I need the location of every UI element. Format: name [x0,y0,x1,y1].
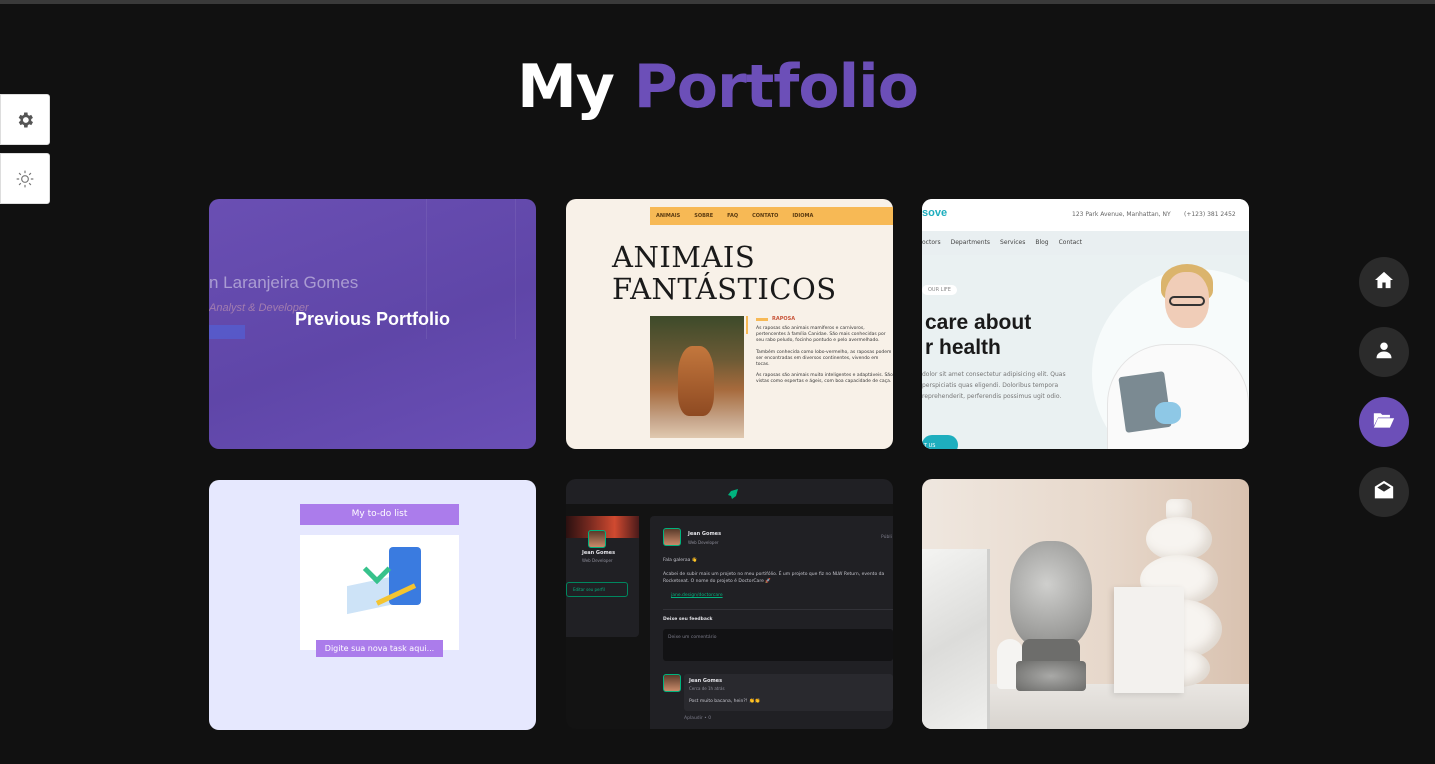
portfolio-card-buddha[interactable] [922,479,1249,729]
applause-button: Aplaudir • 0 [684,716,712,721]
divider [663,609,893,610]
buddha-head [1010,541,1092,649]
page-title: My Portfolio [0,52,1435,122]
nav-home-button[interactable] [1359,257,1409,307]
buddha-base [1016,661,1086,691]
todo-title: My to-do list [300,504,459,525]
gear-icon [15,110,35,130]
menu-item: Services [1000,239,1026,246]
accent-bar [746,316,748,334]
headline-line: care about [925,311,1032,334]
doctor-image [1107,264,1249,449]
post-author: Jean Gomes [688,531,722,537]
theme-toggle-button[interactable] [0,153,50,204]
menu-item: Blog [1035,239,1049,246]
previous-portfolio-label: Previous Portfolio [294,309,451,329]
site-address: 123 Park Avenue, Manhattan, NY [1072,211,1171,218]
paragraph: As raposas são animais muito inteligente… [756,373,893,384]
feedback-textarea [663,629,893,661]
subheading-text: RAPOSA [772,316,796,322]
edit-profile-button: Editar seu perfil [566,582,628,597]
menu-item: Contact [1058,239,1082,246]
todo-input: Digite sua nova task aqui... [316,640,443,657]
post-greeting: Fala galeraa 👋 [663,558,698,563]
nav-item: ANIMAIS [656,213,681,219]
avatar [588,530,606,548]
portfolio-card-feed[interactable]: Jean Gomes Web Developer Editar seu perf… [566,479,893,729]
textarea-placeholder: Deixe um comentário [668,635,717,640]
section-subheading: RAPOSA [756,316,795,322]
fox-shape [678,346,714,416]
nav-contact-button[interactable] [1359,467,1409,517]
nav-about-button[interactable] [1359,327,1409,377]
hero-button: T US [922,435,958,449]
comment-time: Cerca de 1h atrás [689,686,725,691]
hero-text: dolor sit amet consectetur adipisicing e… [922,371,1066,400]
profile-name: Jean Gomes [582,550,616,556]
hero-headline: care about r health [925,310,1031,360]
top-border [0,0,1435,4]
post-body: Acabei de subir mais um projeto no meu p… [663,572,885,584]
nav-portfolio-button[interactable] [1359,397,1409,447]
ghost-name: n Laranjeira Gomes [209,273,359,292]
comment-author: Jean Gomes [689,678,723,684]
profile-role: Web Developer [582,558,613,563]
fox-photo [650,316,744,438]
comment-text: Post muito bacana, hein?! 👏👏 [689,699,761,704]
sun-icon [15,169,35,189]
paragraph: As raposas são animais mamíferos e carní… [756,326,886,343]
marble-block [922,549,990,729]
post-role: Web Developer [688,540,719,545]
site-navbar: ANIMAIS SOBRE FAQ CONTATO IDIOMA [650,207,893,225]
nav-item: FAQ [727,213,739,219]
portfolio-card-previous[interactable]: n Laranjeira Gomes Analyst & Developer P… [209,199,536,449]
nav-item: CONTATO [752,213,779,219]
heading-line: FANTÁSTICOS [612,272,837,306]
title-word-my: My [517,52,615,122]
title-word-portfolio: Portfolio [633,52,919,122]
portfolio-card-animais[interactable]: ANIMAIS SOBRE FAQ CONTATO IDIOMA ANIMAIS… [566,199,893,449]
home-icon [1374,271,1394,293]
folder-open-icon [1373,411,1395,433]
portfolio-card-todo[interactable]: My to-do list Digite sua nova task aqui.… [209,480,536,730]
settings-button[interactable] [0,94,50,145]
envelope-open-icon [1374,480,1394,504]
comment-avatar [663,674,681,692]
post-avatar [663,528,681,546]
portfolio-card-medical[interactable]: sove 123 Park Avenue, Manhattan, NY (+12… [922,199,1249,449]
rocket-icon [727,485,739,499]
blank-card [1114,587,1184,693]
user-icon [1375,341,1393,363]
nav-item: IDIOMA [792,213,814,219]
nav-item: SOBRE [694,213,714,219]
headline-line: r health [925,336,1001,359]
post-link: jane.design/doctorcare [671,593,723,598]
heading-line: ANIMAIS [612,240,756,274]
menu-item: octors [922,239,941,246]
site-menu: octors Departments Services Blog Contact [922,239,1082,246]
post-time: Públi [881,535,892,540]
hero-pill: OUR LIFE [922,285,957,295]
site-heading: ANIMAIS FANTÁSTICOS [612,241,837,305]
menu-item: Departments [950,239,991,246]
site-logo: sove [922,207,948,219]
feedback-label: Deixe seu feedback [663,617,713,622]
paragraph: Também conhecida como lobo-vermelho, as … [756,350,892,367]
site-phone: (+123) 381 2452 [1184,211,1236,218]
